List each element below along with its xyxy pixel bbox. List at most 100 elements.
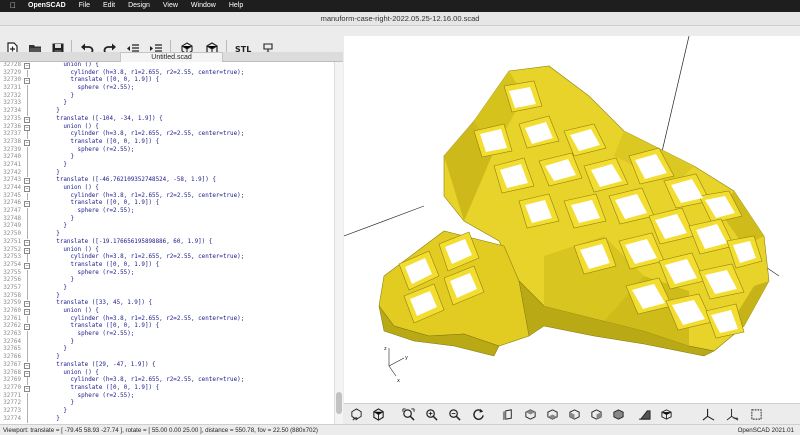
line-number: 32736 <box>3 123 21 130</box>
code-line[interactable]: 32765 } <box>0 346 334 355</box>
fold-toggle-icon[interactable]: − <box>24 178 30 185</box>
code-line[interactable]: 32761 cylinder (h=3.8, r1=2.655, r2=2.55… <box>0 315 334 324</box>
code-line[interactable]: 32753 cylinder (h=3.8, r1=2.655, r2=2.55… <box>0 254 334 262</box>
code-line[interactable]: 32742 } <box>0 169 334 178</box>
code-line[interactable]: 32773 } <box>0 407 334 416</box>
code-line[interactable]: 32738− translate ([0, 0, 1.9]) { <box>0 139 334 147</box>
fold-toggle-icon[interactable]: − <box>24 116 30 123</box>
code-line[interactable]: 32730− translate ([0, 0, 1.9]) { <box>0 77 334 85</box>
view-top-icon[interactable] <box>522 407 538 422</box>
3d-viewport[interactable]: z y x <box>344 36 800 403</box>
zoom-out-icon[interactable] <box>446 407 462 422</box>
fold-toggle-icon[interactable]: − <box>24 78 30 85</box>
code-line[interactable]: 32774 } <box>0 415 334 424</box>
code-line[interactable]: 32746− translate ([0, 0, 1.9]) { <box>0 200 334 208</box>
fold-guide <box>27 69 28 78</box>
view-diagonal-icon[interactable] <box>636 407 652 422</box>
code-line[interactable]: 32733 } <box>0 100 334 109</box>
code-line[interactable]: 32748 } <box>0 215 334 224</box>
code-line[interactable]: 32768− union () { <box>0 370 334 378</box>
code-line[interactable]: 32749 } <box>0 223 334 232</box>
code-line[interactable]: 32767− translate ([29, -47, 1.9]) { <box>0 362 334 370</box>
code-line[interactable]: 32762− translate ([0, 0, 1.9]) { <box>0 323 334 331</box>
code-line[interactable]: 32736− union () { <box>0 124 334 132</box>
menu-help[interactable]: Help <box>229 0 243 12</box>
code-line[interactable]: 32754− translate ([0, 0, 1.9]) { <box>0 262 334 270</box>
code-line[interactable]: 32728− union () { <box>0 62 334 70</box>
view-bottom-icon[interactable] <box>544 407 560 422</box>
menu-window[interactable]: Window <box>191 0 216 12</box>
code-line[interactable]: 32755 sphere (r=2.55); <box>0 269 334 278</box>
fold-toggle-icon[interactable]: − <box>24 124 30 131</box>
code-line[interactable]: 32737 cylinder (h=3.8, r1=2.655, r2=2.55… <box>0 131 334 139</box>
show-scale-icon[interactable] <box>724 407 740 422</box>
code-line[interactable]: 32734 } <box>0 108 334 116</box>
editor-scrollbar-thumb[interactable] <box>336 392 342 414</box>
code-line[interactable]: 32732 } <box>0 92 334 101</box>
menu-app-openscad[interactable]: OpenSCAD <box>28 0 66 12</box>
menu-edit[interactable]: Edit <box>103 0 115 12</box>
fold-guide <box>27 331 28 339</box>
axis-label-z: z <box>384 346 387 352</box>
view-front-icon[interactable] <box>588 407 604 422</box>
code-line[interactable]: 32741 } <box>0 161 334 170</box>
render-mode-icon[interactable] <box>370 407 386 422</box>
apple-icon[interactable]:  <box>10 0 16 12</box>
view-center-icon[interactable] <box>658 407 674 422</box>
fold-toggle-icon[interactable]: − <box>24 370 30 377</box>
code-line[interactable]: 32747 sphere (r=2.55); <box>0 208 334 216</box>
code-line[interactable]: 32731 sphere (r=2.55); <box>0 85 334 93</box>
fold-toggle-icon[interactable]: − <box>24 324 30 331</box>
code-line[interactable]: 32750 } <box>0 231 334 239</box>
fold-toggle-icon[interactable]: − <box>24 262 30 269</box>
menu-file[interactable]: File <box>79 0 90 12</box>
zoom-all-icon[interactable] <box>400 407 416 422</box>
fold-toggle-icon[interactable]: − <box>24 239 30 246</box>
code-text: translate ([-104, -34, 1.9]) { <box>35 115 163 122</box>
fold-toggle-icon[interactable]: − <box>24 362 30 369</box>
fold-toggle-icon[interactable]: − <box>24 309 30 315</box>
reset-view-icon[interactable] <box>470 407 486 422</box>
fold-toggle-icon[interactable]: − <box>24 301 30 308</box>
fold-toggle-icon[interactable]: − <box>24 186 30 192</box>
fold-toggle-icon[interactable]: − <box>24 385 30 392</box>
zoom-in-icon[interactable] <box>423 407 439 422</box>
menu-bar:  OpenSCAD File Edit Design View Window … <box>0 0 800 12</box>
view-right-icon[interactable] <box>500 407 516 422</box>
code-line[interactable]: 32766 } <box>0 354 334 362</box>
code-line[interactable]: 32745 cylinder (h=3.8, r1=2.655, r2=2.55… <box>0 192 334 201</box>
code-line[interactable]: 32735− translate ([-104, -34, 1.9]) { <box>0 116 334 124</box>
code-line[interactable]: 32763 sphere (r=2.55); <box>0 331 334 339</box>
code-line[interactable]: 32764 } <box>0 338 334 347</box>
preview-mode-icon[interactable] <box>348 407 364 422</box>
code-line[interactable]: 32740 } <box>0 154 334 162</box>
menu-design[interactable]: Design <box>128 0 150 12</box>
view-left-icon[interactable] <box>566 407 582 422</box>
code-line[interactable]: 32744− union () { <box>0 185 334 193</box>
code-line[interactable]: 32772 } <box>0 400 334 408</box>
code-line[interactable]: 32760− union () { <box>0 308 334 316</box>
editor-scrollbar[interactable] <box>334 62 343 424</box>
code-line[interactable]: 32752− union () { <box>0 247 334 255</box>
tab-untitled-scad[interactable]: Untitled.scad <box>120 52 223 62</box>
code-line[interactable]: 32770− translate ([0, 0, 1.9]) { <box>0 385 334 393</box>
fold-toggle-icon[interactable]: − <box>24 201 30 208</box>
fold-toggle-icon[interactable]: − <box>24 63 30 69</box>
code-line[interactable]: 32751− translate ([-19.176656195898886, … <box>0 239 334 247</box>
code-line[interactable]: 32771 sphere (r=2.55); <box>0 392 334 401</box>
show-edges-icon[interactable] <box>748 407 764 422</box>
code-line[interactable]: 32759− translate ([33, 45, 1.9]) { <box>0 300 334 308</box>
fold-toggle-icon[interactable]: − <box>24 139 30 146</box>
code-line[interactable]: 32769 cylinder (h=3.8, r1=2.655, r2=2.55… <box>0 377 334 385</box>
code-line[interactable]: 32739 sphere (r=2.55); <box>0 146 334 155</box>
code-line[interactable]: 32743− translate ([-46.762109352748524, … <box>0 177 334 185</box>
code-line[interactable]: 32757 } <box>0 284 334 293</box>
code-line[interactable]: 32729 cylinder (h=3.8, r1=2.655, r2=2.55… <box>0 69 334 78</box>
menu-view[interactable]: View <box>163 0 178 12</box>
code-line[interactable]: 32758 } <box>0 292 334 301</box>
code-editor[interactable]: 32728− union () {32729 cylinder (h=3.8, … <box>0 62 334 424</box>
code-line[interactable]: 32756 } <box>0 277 334 285</box>
show-axes-icon[interactable] <box>700 407 716 422</box>
view-back-icon[interactable] <box>610 407 626 422</box>
fold-toggle-icon[interactable]: − <box>24 247 30 254</box>
